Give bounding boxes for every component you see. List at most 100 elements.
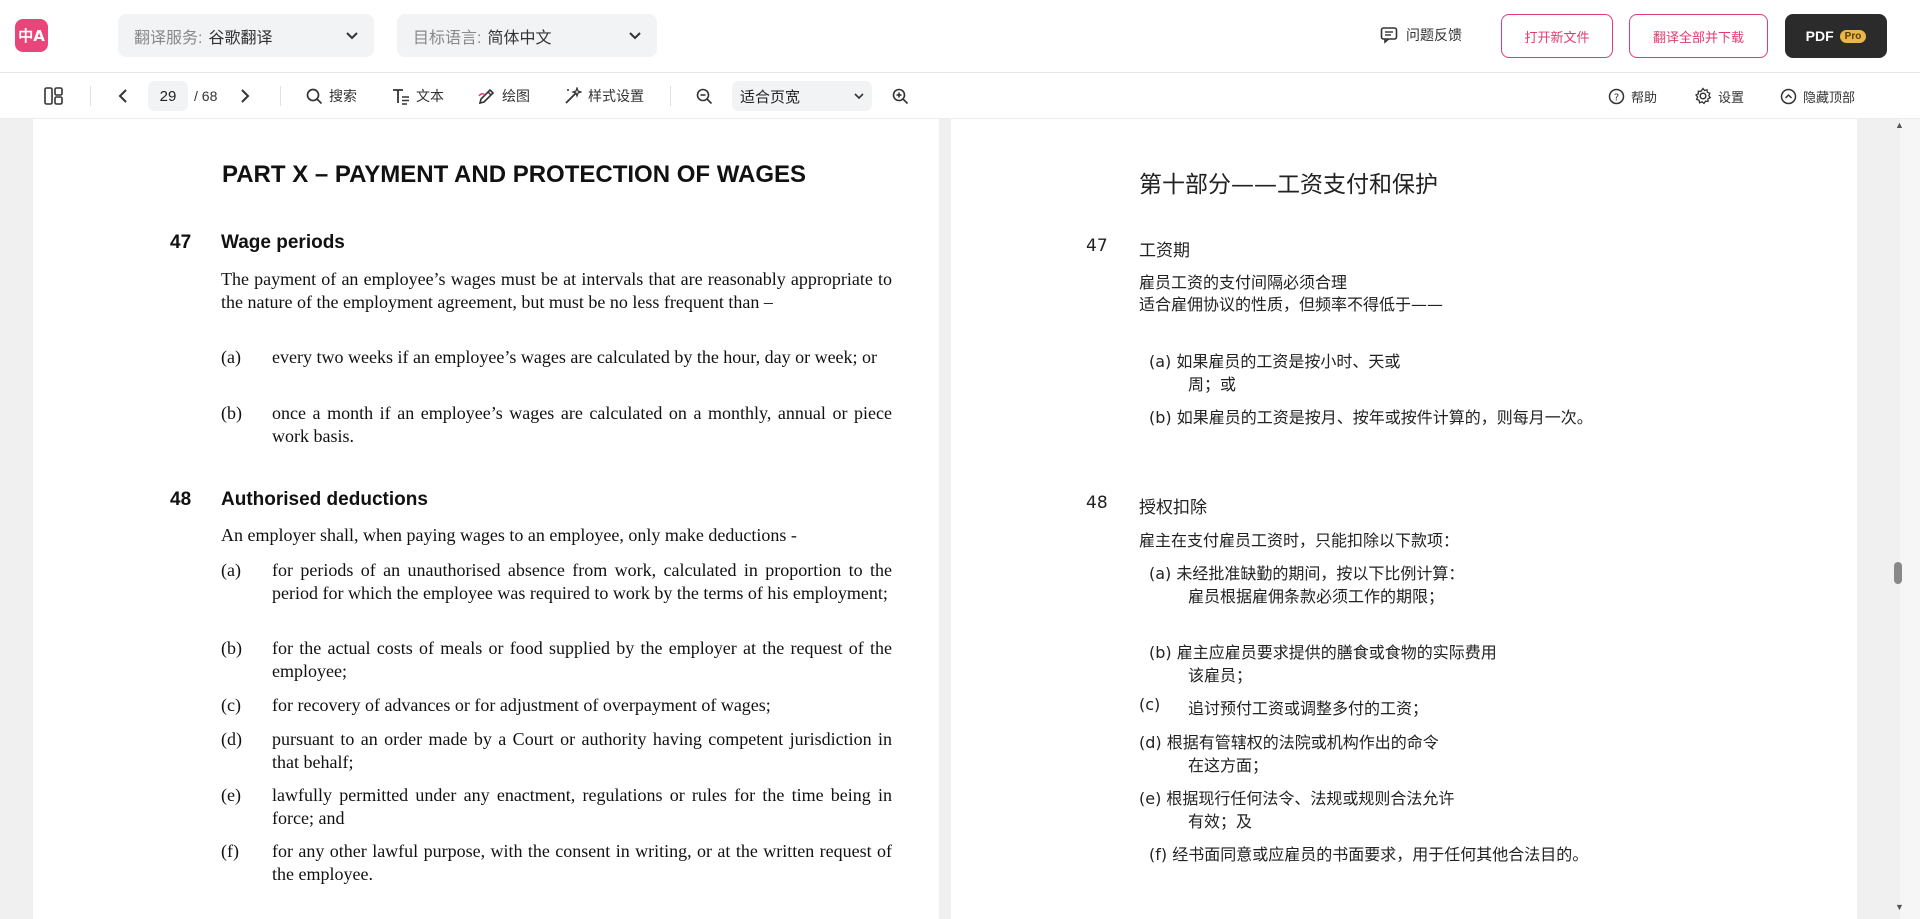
translation-line: 雇员工资的支付间隔必须合理: [1139, 273, 1348, 292]
translation-line: (b) 雇主应雇员要求提供的膳食或食物的实际费用: [1149, 643, 1497, 662]
item-label: (b): [221, 403, 242, 423]
open-file-button[interactable]: 打开新文件: [1501, 14, 1613, 58]
part-title: PART X – PAYMENT AND PROTECTION OF WAGES: [222, 161, 807, 188]
part-title: 第十部分——工资支付和保护: [1139, 172, 1438, 198]
item-label: (a): [221, 347, 241, 367]
item-label: (a): [221, 560, 241, 580]
feedback-label: 问题反馈: [1406, 27, 1462, 43]
chevron-up-circle-icon: [1780, 88, 1797, 104]
chevron-right-icon: [241, 89, 250, 103]
translation-line: 雇主在支付雇员工资时，只能扣除以下款项：: [1139, 531, 1460, 550]
item-text: for any other lawful purpose, with the c…: [272, 841, 892, 884]
service-value: 谷歌翻译: [208, 29, 273, 47]
zoom-out-icon: [696, 88, 713, 104]
prev-page-button[interactable]: [118, 73, 134, 119]
translation-line: (d) 根据有管辖权的法院或机构作出的命令: [1139, 733, 1439, 752]
section-title: Wage periods: [221, 232, 345, 253]
scrollbar-thumb[interactable]: [1894, 562, 1902, 584]
translation-line: (e) 根据现行任何法令、法规或规则合法允许: [1139, 789, 1455, 808]
item-text: for recovery of advances or for adjustme…: [272, 695, 771, 715]
help-button[interactable]: ? 帮助: [1608, 73, 1657, 119]
target-language-select[interactable]: 目标语言: 简体中文: [397, 14, 657, 57]
section-number: 48: [1086, 493, 1108, 513]
item-text: for the actual costs of meals or food su…: [272, 638, 892, 681]
chevron-left-icon: [118, 89, 127, 103]
item-label: (d): [221, 729, 242, 749]
section-number: 48: [170, 489, 192, 510]
section-title: Authorised deductions: [221, 489, 428, 510]
translation-line: 适合雇佣协议的性质，但频率不得低于——: [1139, 295, 1444, 314]
help-icon: ?: [1608, 88, 1625, 104]
pdf-pro-button[interactable]: PDF Pro: [1785, 14, 1887, 58]
item-text: every two weeks if an employee’s wages a…: [272, 347, 878, 367]
style-settings-button[interactable]: 样式设置: [564, 73, 644, 119]
zoom-in-icon: [892, 88, 909, 104]
translation-line: (a) 未经批准缺勤的期间，按以下比例计算：: [1149, 564, 1465, 583]
translation-service-select[interactable]: 翻译服务: 谷歌翻译: [118, 14, 374, 57]
text-icon: [393, 88, 409, 105]
translated-page: 第十部分——工资支付和保护 47 工资期 雇员工资的支付间隔必须合理 适合雇佣协…: [951, 119, 1857, 919]
translation-line: (b) 如果雇员的工资是按月、按年或按件计算的，则每月一次。: [1149, 408, 1593, 427]
translation-line: 周；或: [1188, 375, 1237, 394]
translation-line: 有效；及: [1188, 812, 1253, 831]
scroll-down-arrow-icon[interactable]: ▼: [1895, 902, 1904, 912]
draw-tool-button[interactable]: 绘图: [478, 73, 530, 119]
section-number: 47: [170, 232, 192, 253]
hide-top-label: 隐藏顶部: [1803, 89, 1856, 105]
item-text: for periods of an unauthorised absence f…: [272, 560, 892, 603]
section-number: 47: [1086, 236, 1108, 256]
sidebar-toggle-button[interactable]: [44, 73, 70, 119]
app-logo[interactable]: 中A: [15, 19, 48, 52]
page-total: / 68: [194, 88, 218, 104]
item-text: pursuant to an order made by a Court or …: [272, 729, 892, 772]
search-label: 搜索: [329, 88, 357, 104]
divider: [670, 86, 671, 106]
top-bar: 中A 翻译服务: 谷歌翻译 目标语言: 简体中文 问题反馈 打开新文件 翻译全部…: [0, 0, 1920, 72]
page-number-input[interactable]: 29: [148, 81, 188, 111]
settings-label: 设置: [1718, 89, 1745, 105]
search-button[interactable]: 搜索: [306, 73, 357, 119]
feedback-button[interactable]: 问题反馈: [1380, 25, 1462, 45]
translate-all-download-button[interactable]: 翻译全部并下载: [1629, 14, 1768, 58]
zoom-in-button[interactable]: [892, 73, 915, 119]
toolbar: 29 / 68 搜索 文本 绘图 样式设置 适合页宽 ? 帮助 设置 隐藏顶部: [0, 72, 1920, 119]
pdf-label: PDF: [1805, 28, 1834, 44]
translation-line: 追讨预付工资或调整多付的工资；: [1188, 699, 1429, 718]
lang-label: 目标语言:: [413, 29, 482, 47]
style-label: 样式设置: [588, 88, 644, 104]
next-page-button[interactable]: [240, 73, 256, 119]
original-page: PART X – PAYMENT AND PROTECTION OF WAGES…: [33, 119, 939, 919]
service-label: 翻译服务:: [134, 29, 203, 47]
zoom-select[interactable]: 适合页宽: [732, 81, 872, 111]
item-text: once a month if an employee’s wages are …: [272, 403, 892, 446]
hide-top-button[interactable]: 隐藏顶部: [1780, 73, 1855, 119]
svg-text:?: ?: [1614, 92, 1619, 103]
zoom-out-button[interactable]: [696, 73, 719, 119]
translation-line: 在这方面；: [1188, 756, 1269, 775]
translation-line: 该雇员；: [1188, 666, 1253, 685]
zoom-value: 适合页宽: [740, 88, 801, 106]
chevron-down-icon: [346, 29, 358, 43]
sidebar-icon: [44, 87, 63, 105]
text-label: 文本: [416, 88, 444, 104]
scroll-up-arrow-icon[interactable]: ▲: [1895, 120, 1904, 130]
chevron-down-icon: [854, 92, 864, 99]
pro-badge: Pro: [1839, 29, 1867, 43]
lang-value: 简体中文: [487, 29, 552, 47]
text-tool-button[interactable]: 文本: [392, 73, 444, 119]
draw-label: 绘图: [502, 88, 530, 104]
gear-icon: [1694, 87, 1712, 105]
translation-line: 雇员根据雇佣条款必须工作的期限；: [1188, 587, 1445, 606]
section-title: 工资期: [1139, 241, 1190, 261]
item-label: (c): [1139, 695, 1161, 714]
section-intro: An employer shall, when paying wages to …: [221, 525, 797, 545]
divider: [280, 86, 281, 106]
item-label: (b): [221, 638, 242, 658]
chevron-down-icon: [629, 29, 641, 43]
section-intro: The payment of an employee’s wages must …: [221, 269, 892, 312]
vertical-scrollbar[interactable]: [1900, 119, 1920, 919]
settings-button[interactable]: 设置: [1694, 73, 1744, 119]
item-label: (c): [221, 695, 241, 715]
section-title: 授权扣除: [1139, 498, 1207, 518]
search-icon: [306, 88, 323, 104]
